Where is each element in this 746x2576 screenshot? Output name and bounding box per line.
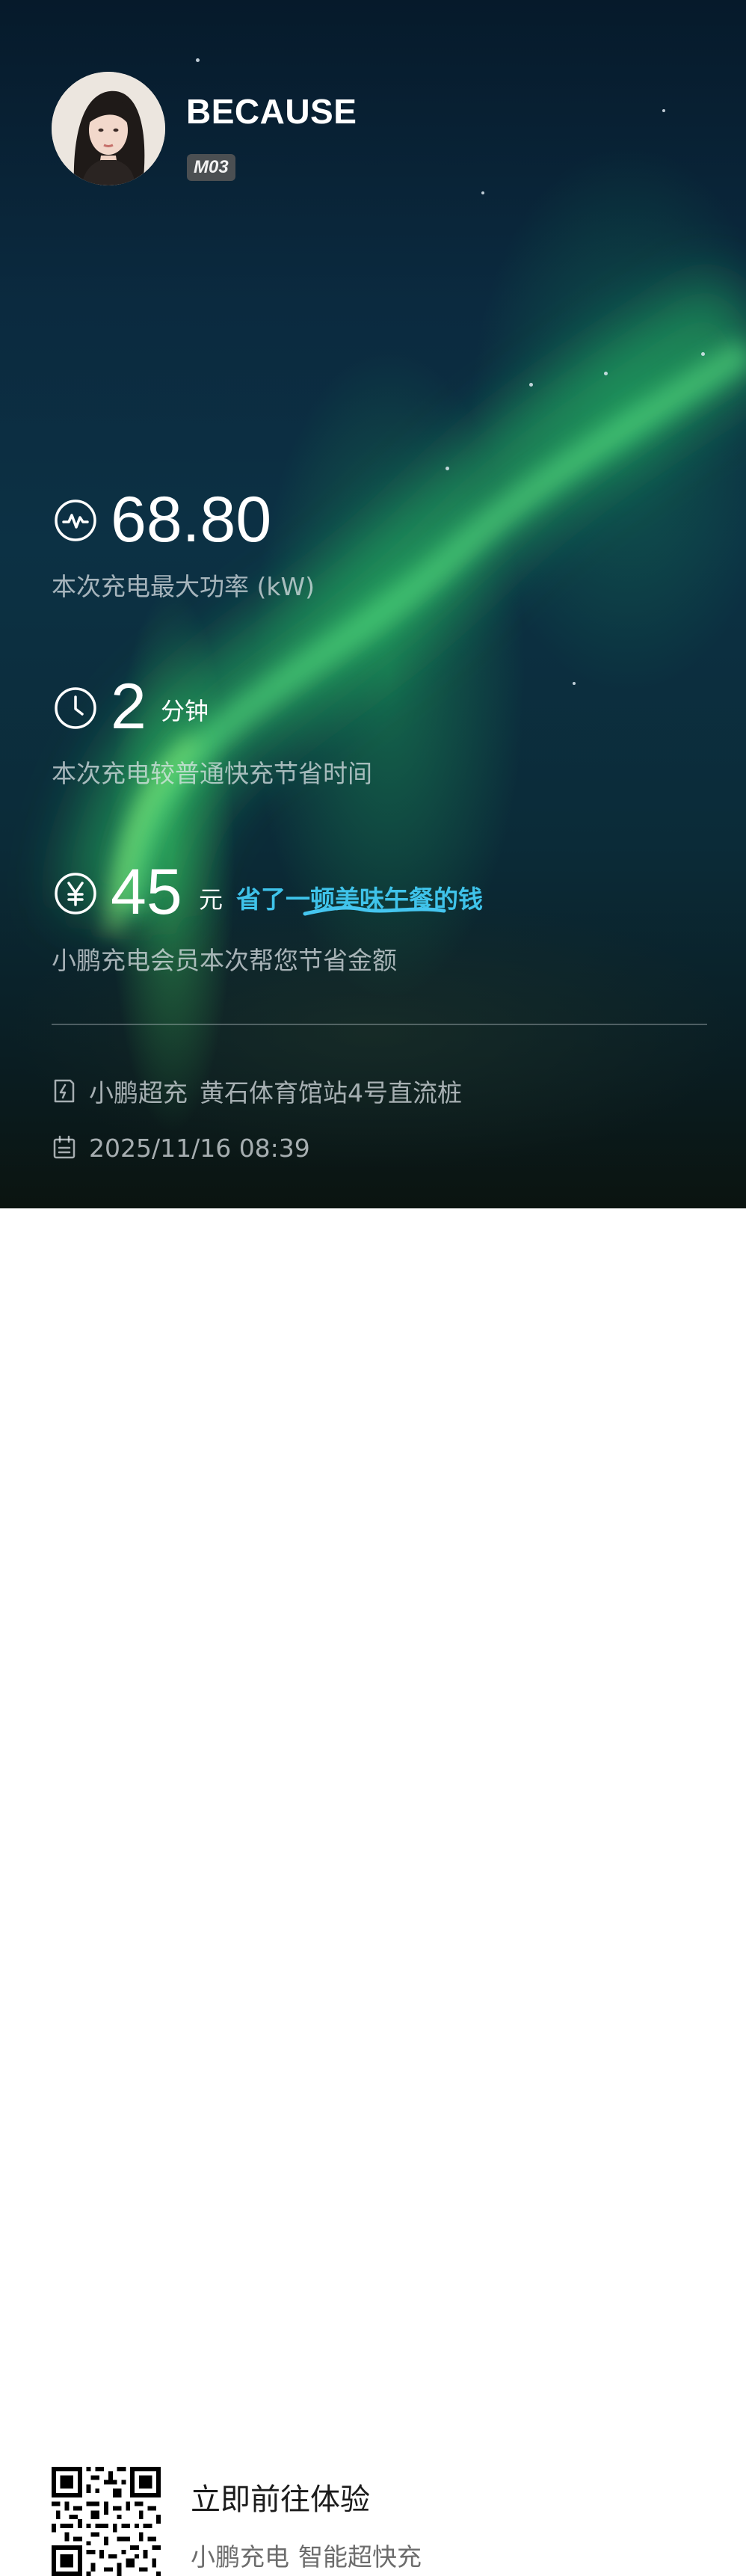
calendar-icon <box>53 1135 75 1159</box>
yen-icon <box>55 873 96 914</box>
station-row: 小鹏超充 黄石体育馆站4号直流桩 <box>52 1075 462 1107</box>
star <box>529 383 533 387</box>
star <box>196 58 200 62</box>
qr-code[interactable] <box>52 2467 161 2576</box>
money-saved-unit: 元 <box>199 885 224 914</box>
vehicle-model-badge: M03 <box>187 154 235 181</box>
money-saved-value: 45 <box>111 856 182 928</box>
footer: 立即前往体验 小鹏充电 智能超快充 <box>0 1208 746 2576</box>
station-brand: 小鹏超充 <box>89 1078 188 1107</box>
star <box>701 352 705 356</box>
time-saved-value: 2 <box>111 671 147 743</box>
star <box>604 372 608 375</box>
star <box>446 467 449 470</box>
share-poster: BECAUSE M03 68.80 本次充电最大功率 (kW) 2 分钟 本次充… <box>0 0 746 1208</box>
slogan: 智能超快充 <box>298 2542 422 2572</box>
money-saved-caption: 小鹏充电会员本次帮您节省金额 <box>52 946 397 975</box>
time-saved-unit: 分钟 <box>161 697 209 725</box>
star <box>573 682 576 685</box>
highlight-underline <box>303 906 446 916</box>
cta-subtitle: 小鹏充电 智能超快充 <box>191 2537 422 2573</box>
station-name: 黄石体育馆站4号直流桩 <box>200 1078 462 1107</box>
cta-title[interactable]: 立即前往体验 <box>191 2475 370 2518</box>
max-power-value: 68.80 <box>111 484 272 556</box>
charge-datetime: 2025/11/16 08:39 <box>89 1133 310 1163</box>
max-power-caption: 本次充电最大功率 (kW) <box>52 572 315 601</box>
time-saved-caption: 本次充电较普通快充节省时间 <box>52 759 372 788</box>
star <box>662 109 665 112</box>
brand-name: 小鹏充电 <box>191 2542 289 2572</box>
divider <box>52 1024 707 1025</box>
charging-station-icon <box>54 1079 75 1103</box>
pulse-icon <box>55 499 96 541</box>
star <box>481 191 484 194</box>
avatar-photo <box>52 72 165 185</box>
datetime-row: 2025/11/16 08:39 <box>52 1131 310 1164</box>
clock-icon <box>55 687 96 729</box>
avatar[interactable] <box>52 72 165 185</box>
username: BECAUSE <box>186 92 357 131</box>
